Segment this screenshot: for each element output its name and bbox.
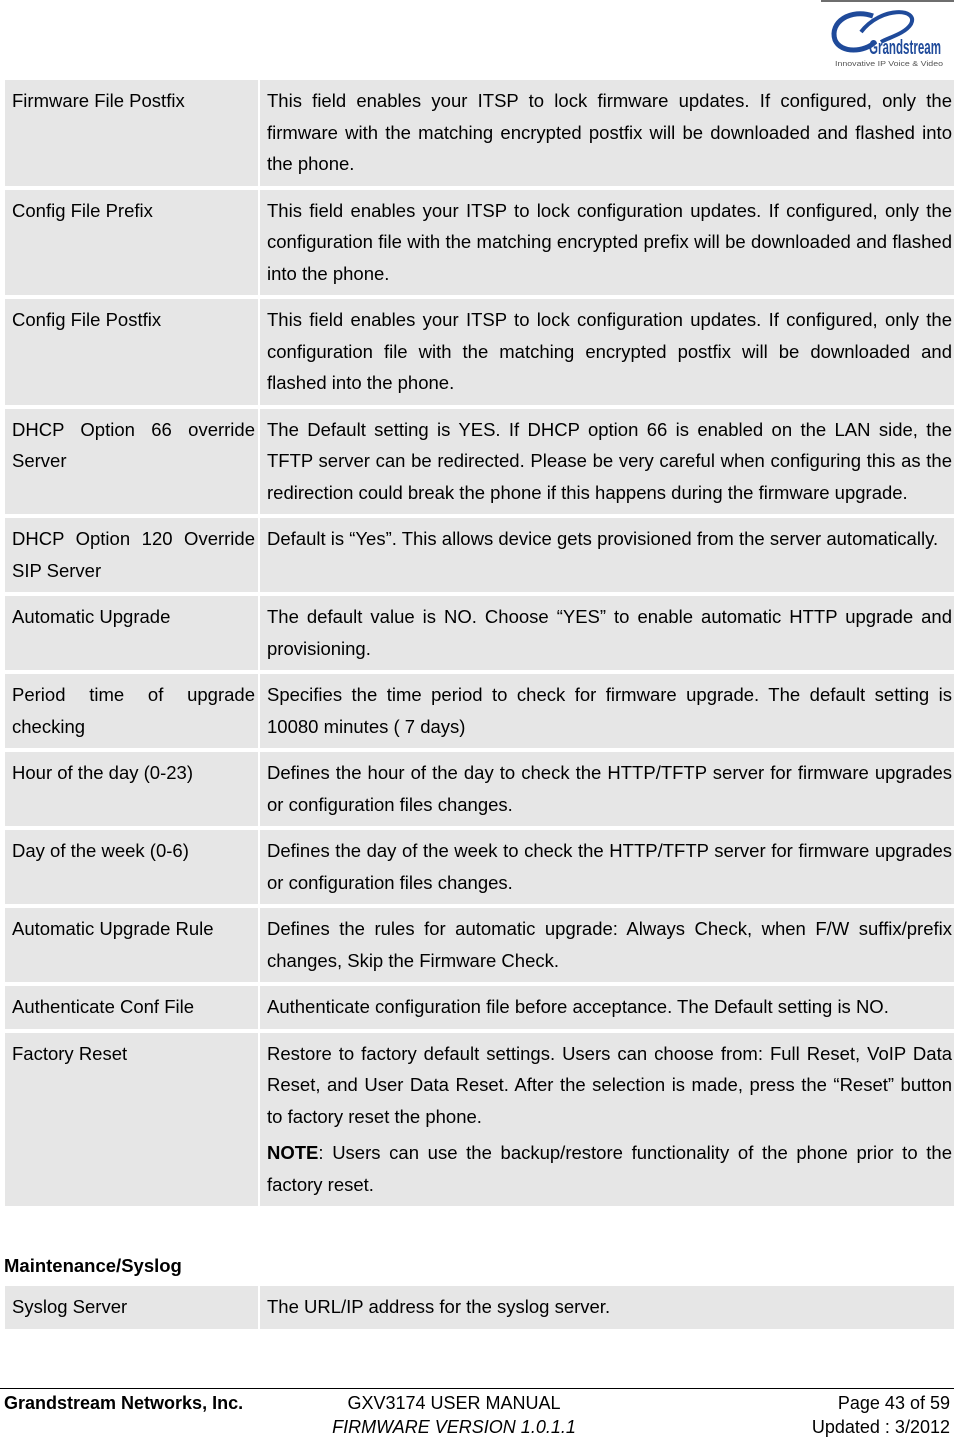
note-paragraph: NOTE: Users can use the backup/restore f…: [267, 1137, 952, 1200]
setting-description: Restore to factory default settings. Use…: [260, 1032, 954, 1206]
description-paragraph: Defines the rules for automatic upgrade:…: [267, 918, 952, 971]
setting-name: Config File Prefix: [5, 189, 258, 295]
table-row: Day of the week (0-6) Defines the day of …: [5, 830, 954, 904]
table-row: Automatic Upgrade Rule Defines the rules …: [5, 908, 954, 982]
footer-page-number: Page 43 of 59: [837, 1393, 950, 1413]
description-paragraph: Authenticate configuration file before a…: [267, 996, 889, 1017]
footer-divider: [0, 1388, 954, 1389]
setting-description: This field enables your ITSP to lock fir…: [260, 80, 954, 186]
setting-description: Defines the rules for automatic upgrade:…: [260, 908, 954, 982]
setting-description: This field enables your ITSP to lock con…: [260, 299, 954, 405]
setting-description: Defines the hour of the day to check the…: [260, 752, 954, 826]
setting-description: The default value is NO. Choose “YES” to…: [260, 596, 954, 670]
setting-description: This field enables your ITSP to lock con…: [260, 189, 954, 295]
section-title-maintenance-syslog: Maintenance/Syslog: [4, 1255, 182, 1276]
note-label: NOTE: [267, 1142, 319, 1163]
footer-company: Grandstream Networks, Inc.: [4, 1393, 244, 1413]
setting-name: Hour of the day (0-23): [5, 752, 258, 826]
setting-name: Automatic Upgrade Rule: [5, 908, 258, 982]
footer-updated-date: Updated : 3/2012: [811, 1417, 950, 1437]
setting-name: DHCP Option 66 override Server: [5, 408, 258, 514]
table-row: Config File Postfix This field enables yo…: [5, 299, 954, 405]
grandstream-logo: Grandstream Innovative IP Voice & Video: [821, 0, 954, 72]
footer-manual-title: GXV3174 USER MANUAL FIRMWARE VERSION 1.0…: [318, 1391, 590, 1439]
setting-name: DHCP Option 120 Override SIP Server: [5, 518, 258, 592]
setting-name: Authenticate Conf File: [5, 986, 258, 1029]
table-row: Authenticate Conf File Authenticate confi…: [5, 986, 954, 1029]
table-row: Factory Reset Restore to factory default …: [5, 1032, 954, 1206]
provisioning-settings-table: Firmware File Postfix This field enables …: [3, 76, 954, 1210]
description-paragraph: This field enables your ITSP to lock con…: [267, 309, 952, 393]
table-row: Config File Prefix This field enables you…: [5, 189, 954, 295]
table-row: Hour of the day (0-23) Defines the hour o…: [5, 752, 954, 826]
description-paragraph: The URL/IP address for the syslog server…: [267, 1296, 611, 1317]
syslog-settings-table: Syslog Server The URL/IP address for the …: [3, 1282, 954, 1333]
setting-name: Period time of upgrade checking: [5, 674, 258, 748]
table-row: DHCP Option 120 Override SIP Server Defau…: [5, 518, 954, 592]
footer-manual-name: GXV3174 USER MANUAL: [347, 1393, 561, 1413]
logo-brand-text: Grandstream: [869, 37, 941, 59]
footer-firmware-version: FIRMWARE VERSION 1.0.1.1: [332, 1417, 576, 1437]
setting-name: Config File Postfix: [5, 299, 258, 405]
description-paragraph: The Default setting is YES. If DHCP opti…: [267, 418, 952, 503]
grandstream-logo-icon: Grandstream Innovative IP Voice & Video: [831, 10, 943, 68]
description-paragraph: Specifies the time period to check for f…: [267, 684, 952, 737]
note-text: : Users can use the backup/restore funct…: [267, 1142, 952, 1195]
setting-name: Firmware File Postfix: [5, 80, 258, 186]
setting-name: Syslog Server: [5, 1286, 258, 1329]
table-row: Syslog Server The URL/IP address for the …: [5, 1286, 954, 1329]
table-row: Firmware File Postfix This field enables …: [5, 80, 954, 186]
logo-tagline: Innovative IP Voice & Video: [835, 61, 943, 68]
setting-name: Automatic Upgrade: [5, 596, 258, 670]
table-row: Period time of upgrade checking Specifies…: [5, 674, 954, 748]
table-row: Automatic Upgrade The default value is NO…: [5, 596, 954, 670]
setting-name: Day of the week (0-6): [5, 830, 258, 904]
table-row: DHCP Option 66 override Server The Defaul…: [5, 408, 954, 514]
description-paragraph: Defines the day of the week to check the…: [267, 840, 952, 893]
description-paragraph: This field enables your ITSP to lock con…: [267, 199, 952, 284]
setting-description: Defines the day of the week to check the…: [260, 830, 954, 904]
setting-description: The Default setting is YES. If DHCP opti…: [260, 408, 954, 514]
setting-description: Authenticate configuration file before a…: [260, 986, 954, 1029]
description-paragraph: Defines the hour of the day to check the…: [267, 762, 952, 815]
setting-description: Default is “Yes”. This allows device get…: [260, 518, 954, 592]
setting-description: The URL/IP address for the syslog server…: [260, 1286, 954, 1329]
description-paragraph: Restore to factory default settings. Use…: [267, 1042, 952, 1127]
setting-name: Factory Reset: [5, 1032, 258, 1206]
description-paragraph: The default value is NO. Choose “YES” to…: [267, 606, 952, 659]
setting-description: Specifies the time period to check for f…: [260, 674, 954, 748]
description-paragraph: Default is “Yes”. This allows device get…: [267, 528, 939, 549]
footer-page-info: Page 43 of 59 Updated : 3/2012: [812, 1391, 950, 1439]
description-paragraph: This field enables your ITSP to lock fir…: [267, 90, 952, 174]
